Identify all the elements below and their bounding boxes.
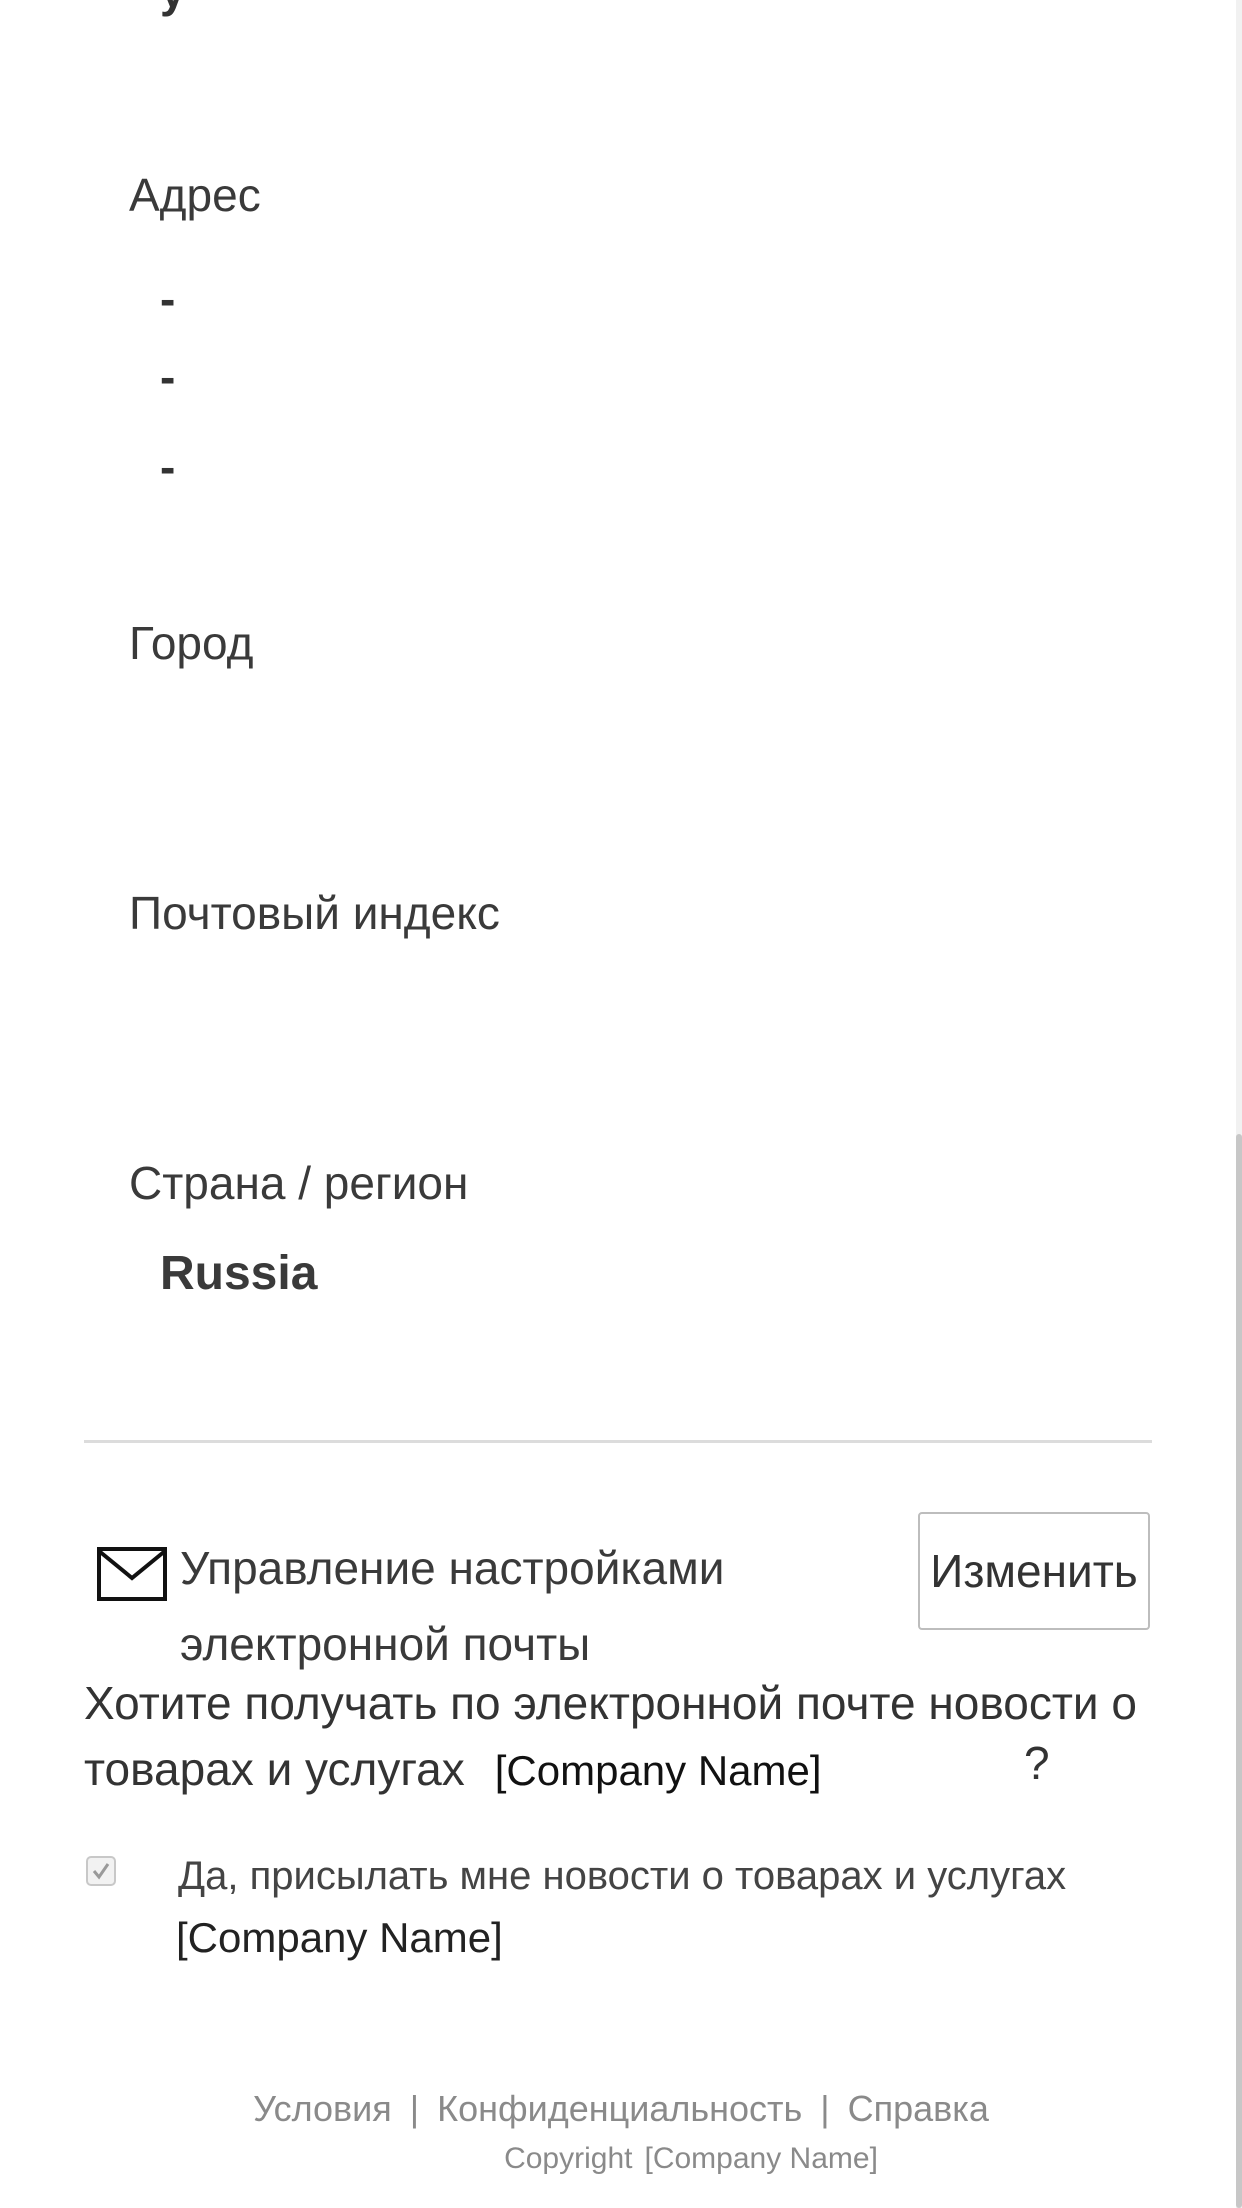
country-value: Russia	[160, 1247, 318, 1300]
copyright-label: Copyright	[504, 2142, 633, 2175]
footer-links: Условия | Конфиденциальность | Справка	[0, 2088, 1242, 2130]
footer-separator: |	[409, 2088, 420, 2129]
clipped-previous-value: y	[160, 0, 186, 18]
footer-link-privacy[interactable]: Конфиденциальность	[437, 2088, 802, 2129]
copyright-company: [Company Name]	[644, 2142, 878, 2175]
envelope-icon	[97, 1547, 167, 1601]
country-label: Страна / регион	[129, 1157, 469, 1209]
newsletter-consent-checkbox[interactable]	[86, 1856, 116, 1886]
address-label: Адрес	[129, 169, 261, 221]
footer-separator: |	[820, 2088, 830, 2129]
address-line-3: -	[160, 441, 176, 493]
newsletter-question: Хотите получать по электронной почте нов…	[84, 1670, 1164, 1804]
city-label: Город	[129, 617, 254, 669]
email-preferences-title: Управление настройками электронной почты	[180, 1530, 780, 1682]
scrollbar-thumb[interactable]	[1236, 1134, 1242, 2208]
newsletter-consent-label[interactable]: Да, присылать мне новости о товарах и ус…	[178, 1852, 1066, 1900]
address-line-2: -	[160, 351, 176, 403]
address-line-1: -	[160, 273, 176, 325]
footer-link-terms[interactable]: Условия	[253, 2088, 392, 2129]
section-divider	[84, 1440, 1152, 1443]
postal-code-label: Почтовый индекс	[129, 887, 500, 939]
email-preferences-title-line1: Управление настройками	[180, 1542, 725, 1594]
newsletter-question-company: [Company Name]	[494, 1747, 822, 1794]
account-details-page: y Адрес - - - Город Почтовый индекс Стра…	[0, 0, 1242, 2208]
change-email-preferences-button[interactable]: Изменить	[918, 1512, 1150, 1630]
footer-link-help[interactable]: Справка	[848, 2088, 989, 2129]
checkmark-icon	[92, 1863, 110, 1880]
newsletter-consent-company: [Company Name]	[176, 1914, 503, 1961]
newsletter-question-mark: ?	[1024, 1737, 1050, 1789]
footer-copyright: Copyright [Company Name]	[0, 2142, 1242, 2176]
